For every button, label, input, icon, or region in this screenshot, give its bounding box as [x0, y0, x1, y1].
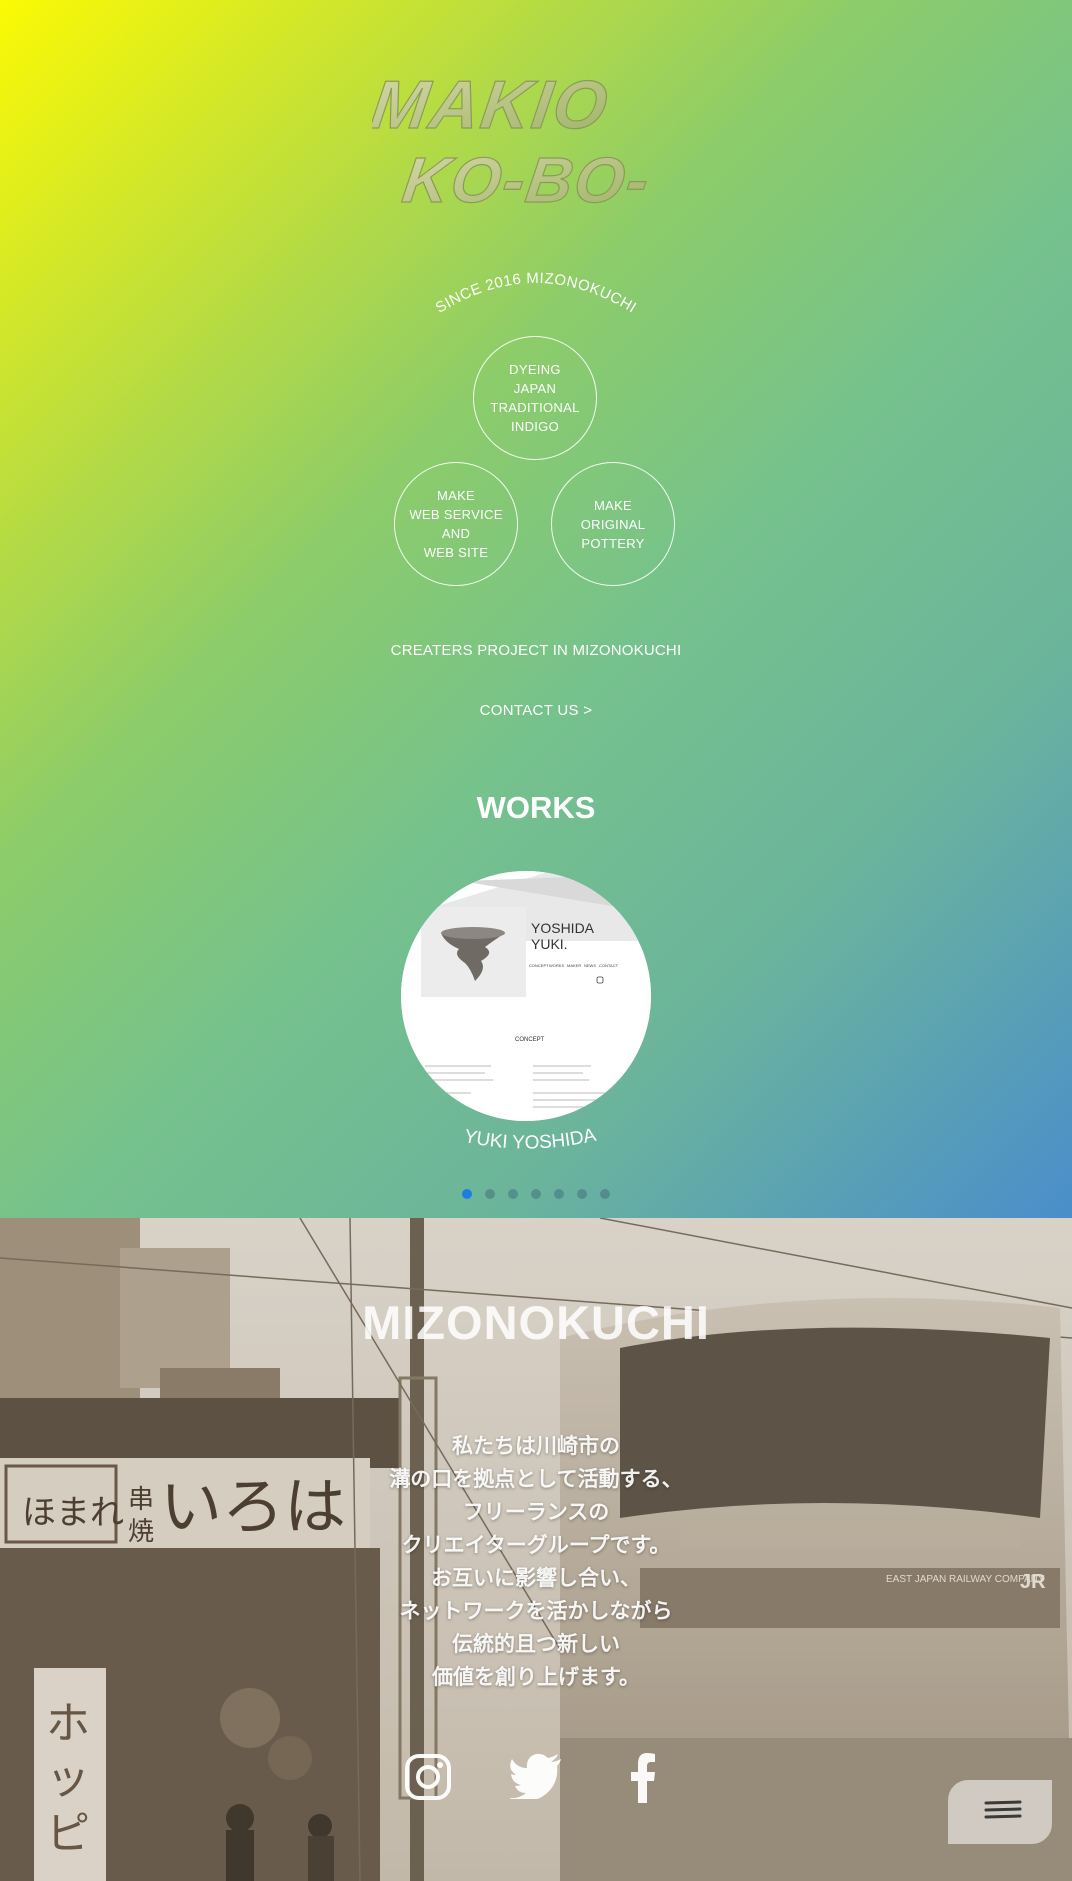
description-line: ネットワークを活かしながら [399, 1600, 673, 1623]
contact-us-link[interactable]: CONTACT US > [0, 702, 1072, 719]
svg-text:YUKI YOSHIDA: YUKI YOSHIDA [462, 1125, 598, 1154]
menu-button[interactable] [948, 1780, 1052, 1844]
preview-name-line2: YUKI. [531, 936, 568, 952]
description-line: 伝統的且つ新しい [452, 1633, 620, 1656]
preview-nav-item: WORKS [549, 963, 564, 968]
twitter-icon[interactable] [509, 1753, 563, 1799]
service-web-circle[interactable]: MAKE WEB SERVICE AND WEB SITE [394, 462, 518, 586]
description-line: クリエイターグループです。 [401, 1534, 671, 1557]
logo-line1: MAKIO [372, 67, 614, 143]
preview-nav-item: CONCEPT [529, 963, 549, 968]
svg-text:SINCE 2016 MIZONOKUCHI: SINCE 2016 MIZONOKUCHI [433, 270, 640, 317]
logo-line2: KO-BO- [398, 144, 655, 212]
service-web-label: MAKE WEB SERVICE AND WEB SITE [409, 488, 503, 560]
since-badge: SINCE 2016 MIZONOKUCHI [433, 270, 640, 317]
brand-logo[interactable]: MAKIO KO-BO- [372, 62, 716, 212]
pagination-dot[interactable] [600, 1189, 610, 1199]
tagline: CREATERS PROJECT IN MIZONOKUCHI [390, 642, 682, 659]
description-line: 私たちは川崎市の [452, 1435, 620, 1458]
preview-section-title: CONCEPT [515, 1037, 545, 1043]
mizonokuchi-title: MIZONOKUCHI [362, 1296, 710, 1349]
service-pottery-circle[interactable]: MAKE ORIGINAL POTTERY [551, 462, 675, 586]
mizonokuchi-description: 私たちは川崎市の 溝の口を拠点として活動する、 フリーランスの クリエイターグル… [0, 1430, 1072, 1694]
works-title: WORKS [476, 790, 596, 825]
hamburger-icon [984, 1800, 1022, 1819]
work-preview-image: YOSHIDA YUKI. CONCEPT WORKS MAKER NEWS C… [401, 871, 651, 1121]
work-label: YUKI YOSHIDA [462, 1125, 598, 1154]
pagination-dot[interactable] [508, 1189, 518, 1199]
instagram-icon[interactable] [404, 1753, 452, 1801]
service-pottery-label: MAKE ORIGINAL POTTERY [580, 497, 646, 551]
description-line: 溝の口を拠点として活動する、 [389, 1468, 683, 1491]
description-line: 価値を創り上げます。 [432, 1666, 640, 1689]
preview-nav-item: NEWS [584, 963, 596, 968]
work-label-text: YUKI YOSHIDA [462, 1125, 598, 1154]
facebook-icon[interactable] [630, 1753, 656, 1803]
pagination-dot[interactable] [485, 1189, 495, 1199]
pagination-dot[interactable] [554, 1189, 564, 1199]
since-text: SINCE 2016 MIZONOKUCHI [433, 270, 639, 317]
preview-nav-item: CONTACT [599, 963, 619, 968]
pagination-dot[interactable] [462, 1189, 472, 1199]
pagination-dot[interactable] [531, 1189, 541, 1199]
pagination-dot[interactable] [577, 1189, 587, 1199]
hero-section: MAKIO KO-BO- SINCE 2016 MIZONOKUCHI DYEI… [0, 0, 1072, 1218]
preview-name-line1: YOSHIDA [531, 920, 595, 936]
work-thumbnail-yuki-yoshida[interactable]: YOSHIDA YUKI. CONCEPT WORKS MAKER NEWS C… [401, 871, 651, 1121]
works-pagination [0, 1189, 1072, 1199]
description-line: フリーランスの [462, 1501, 610, 1524]
preview-nav-item: MAKER [567, 963, 581, 968]
description-line: お互いに影響し合い、 [431, 1567, 641, 1590]
service-indigo-label: DYEING JAPAN TRADITIONAL INDIGO [490, 362, 580, 434]
service-indigo-circle[interactable]: DYEING JAPAN TRADITIONAL INDIGO [473, 336, 597, 460]
